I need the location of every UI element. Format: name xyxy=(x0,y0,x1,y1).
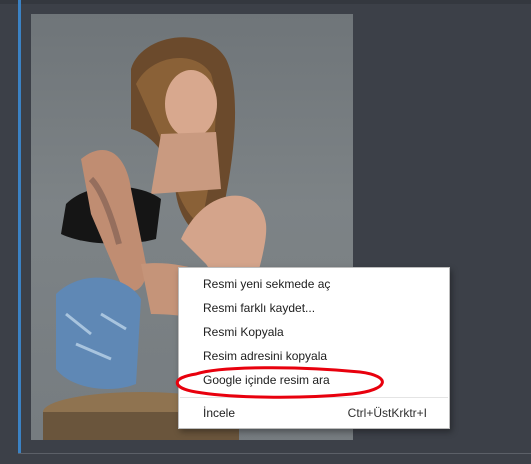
menu-item-copy-image-address[interactable]: Resim adresini kopyala xyxy=(179,345,449,367)
menu-item-label: Resmi yeni sekmede aç xyxy=(203,277,331,291)
menu-separator xyxy=(180,397,448,398)
menu-item-shortcut: Ctrl+ÜstKrktr+I xyxy=(347,406,427,420)
menu-item-open-in-new-tab[interactable]: Resmi yeni sekmede aç xyxy=(179,273,449,295)
left-accent-bar xyxy=(18,0,21,454)
menu-item-inspect[interactable]: İncele Ctrl+ÜstKrktr+I xyxy=(179,402,449,424)
menu-item-save-image-as[interactable]: Resmi farklı kaydet... xyxy=(179,297,449,319)
menu-item-label: İncele xyxy=(203,406,236,420)
bottom-divider xyxy=(18,453,531,454)
context-menu: Resmi yeni sekmede aç Resmi farklı kayde… xyxy=(178,267,450,429)
top-edge xyxy=(0,0,531,4)
menu-item-label: Google içinde resim ara xyxy=(203,373,330,387)
menu-item-search-google-for-image[interactable]: Google içinde resim ara xyxy=(179,369,449,391)
menu-item-label: Resim adresini kopyala xyxy=(203,349,328,363)
menu-item-label: Resmi Kopyala xyxy=(203,325,284,339)
menu-item-copy-image[interactable]: Resmi Kopyala xyxy=(179,321,449,343)
menu-item-label: Resmi farklı kaydet... xyxy=(203,301,316,315)
